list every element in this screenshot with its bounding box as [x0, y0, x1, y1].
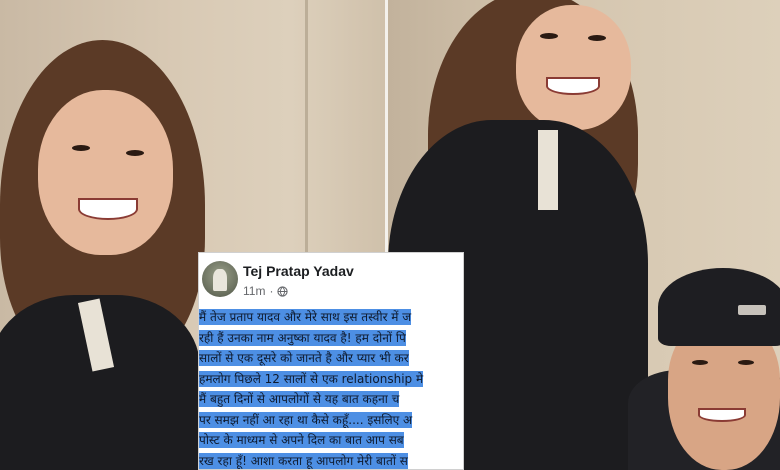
post-line-text: हमलोग पिछले 12 सालों से एक relationship …	[199, 370, 424, 387]
globe-icon[interactable]	[277, 285, 289, 297]
post-meta: 11m ·	[243, 284, 289, 298]
post-timestamp[interactable]: 11m	[243, 284, 265, 298]
beanie-label	[738, 305, 766, 315]
post-header: Tej Pratap Yadav 11m ·	[199, 253, 463, 307]
avatar-figure	[213, 269, 227, 291]
smile-right	[546, 77, 600, 95]
post-line: मैं बहुत दिनों से आपलोगों से यह बात कहना…	[199, 389, 463, 410]
man-smile	[698, 408, 746, 422]
eye-right-right-photo	[588, 35, 606, 41]
facebook-post-card: Tej Pratap Yadav 11m · मैं तेज प्रताप या…	[198, 252, 464, 470]
post-line-text: पोस्ट के माध्यम से अपने दिल का बात आप सब	[199, 432, 404, 448]
post-line: सालों से एक दूसरे को जानते है और प्यार भ…	[199, 348, 463, 369]
eye-left-right-photo	[540, 33, 558, 39]
post-line-text: रख रहा हूँ! आशा करता हू आपलोग मेरी बातों…	[199, 452, 408, 469]
post-text: मैं तेज प्रताप यादव और मेरे साथ इस तस्वी…	[199, 307, 463, 470]
woman-face-right	[516, 5, 631, 130]
post-line: रख रहा हूँ! आशा करता हू आपलोग मेरी बातों…	[199, 451, 463, 470]
man-eye-right	[738, 360, 754, 365]
eye-left	[72, 145, 90, 151]
meta-separator: ·	[269, 284, 274, 298]
post-line: पोस्ट के माध्यम से अपने दिल का बात आप सब	[199, 430, 463, 451]
author-name[interactable]: Tej Pratap Yadav	[243, 263, 354, 279]
post-line-text: मैं बहुत दिनों से आपलोगों से यह बात कहना…	[199, 391, 400, 407]
woman-collar-right	[538, 130, 558, 210]
post-line-text: रही हैं उनका नाम अनुष्का यादव है! हम दोन…	[199, 329, 406, 346]
woman-face-left	[38, 90, 173, 255]
post-line: पर समझ नहीं आ रहा था कैसे कहूँ.... इसलिए…	[199, 410, 463, 431]
post-line: मैं तेज प्रताप यादव और मेरे साथ इस तस्वी…	[199, 307, 463, 328]
post-line-text: पर समझ नहीं आ रहा था कैसे कहूँ.... इसलिए…	[199, 411, 413, 428]
author-avatar[interactable]	[202, 261, 238, 297]
man-eye-left	[692, 360, 708, 365]
smile-left	[78, 198, 138, 220]
eye-right	[126, 150, 144, 156]
post-line: हमलोग पिछले 12 सालों से एक relationship …	[199, 369, 463, 390]
post-line: रही हैं उनका नाम अनुष्का यादव है! हम दोन…	[199, 328, 463, 349]
post-line-text: सालों से एक दूसरे को जानते है और प्यार भ…	[199, 350, 409, 366]
post-line-text: मैं तेज प्रताप यादव और मेरे साथ इस तस्वी…	[199, 309, 412, 325]
